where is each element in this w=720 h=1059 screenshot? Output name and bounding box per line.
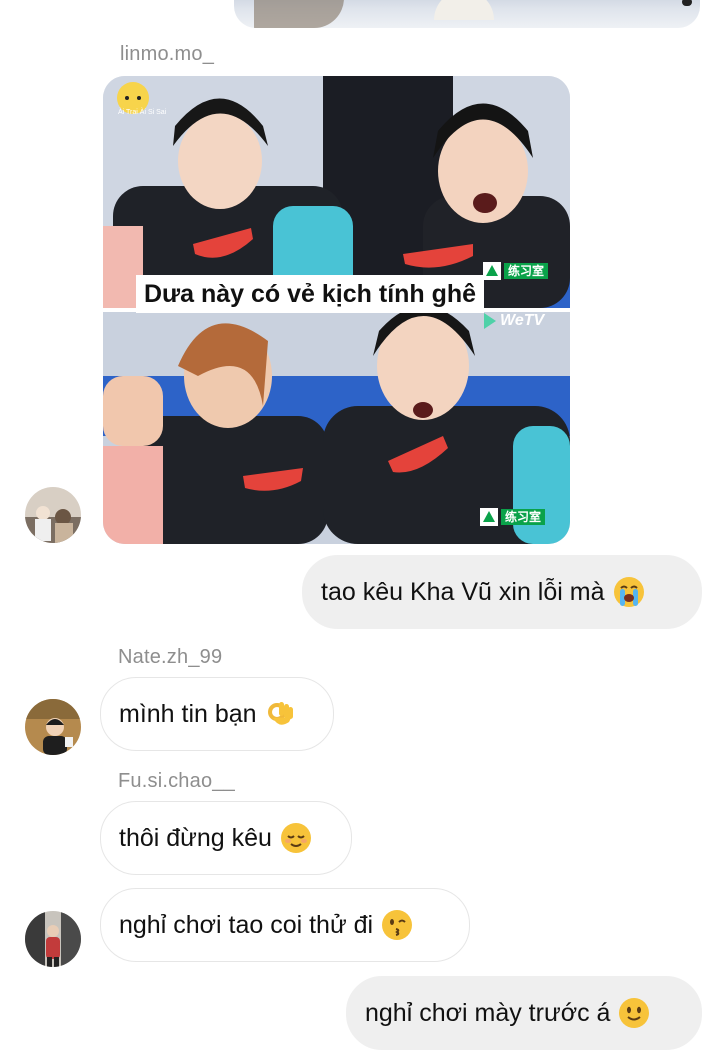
sender-name: Nate.zh_99 xyxy=(118,646,223,668)
message-bubble-incoming[interactable]: thôi đừng kêu xyxy=(100,801,352,875)
slightly-smiling-face-icon xyxy=(619,998,650,1028)
ok-hand-icon xyxy=(267,702,293,725)
message-text: nghỉ chơi tao coi thử đi xyxy=(119,910,374,939)
previous-image-message[interactable] xyxy=(234,0,700,28)
badge-logo-icon xyxy=(483,262,501,280)
message-bubble-outgoing[interactable]: nghỉ chơi mày trước á xyxy=(346,976,702,1050)
badge-top: 练习室 xyxy=(483,262,549,280)
badge-logo-icon xyxy=(480,508,498,526)
message-text: tao kêu Kha Vũ xin lỗi mà xyxy=(321,577,605,606)
meme-caption: Dưa này có vẻ kịch tính ghê xyxy=(136,275,485,313)
avatar[interactable] xyxy=(25,911,81,967)
message-text: mình tin bạn xyxy=(119,699,257,728)
message-text: nghỉ chơi mày trước á xyxy=(365,998,611,1027)
wetv-watermark: WeTV xyxy=(484,312,544,330)
avatar[interactable] xyxy=(25,699,81,755)
image-message[interactable]: Ài Trai Ài Si Sai Dưa này có vẻ kịch tín… xyxy=(103,76,570,544)
message-bubble-incoming[interactable]: mình tin bạn xyxy=(100,677,334,751)
avatar[interactable] xyxy=(25,487,81,543)
message-bubble-incoming[interactable]: nghỉ chơi tao coi thử đi xyxy=(100,888,470,962)
corner-label: Ài Trai Ài Si Sai xyxy=(118,109,167,116)
loudly-crying-face-icon xyxy=(613,577,644,607)
badge-bottom: 练习室 xyxy=(480,508,546,526)
sender-name: Fu.si.chao__ xyxy=(118,770,235,792)
wetv-logo-icon xyxy=(484,312,496,329)
sender-name: linmo.mo_ xyxy=(120,43,215,65)
relieved-face-icon xyxy=(280,823,311,853)
message-text: thôi đừng kêu xyxy=(119,823,272,852)
kissing-face-icon xyxy=(382,910,413,940)
message-bubble-outgoing[interactable]: tao kêu Kha Vũ xin lỗi mà xyxy=(302,555,702,629)
